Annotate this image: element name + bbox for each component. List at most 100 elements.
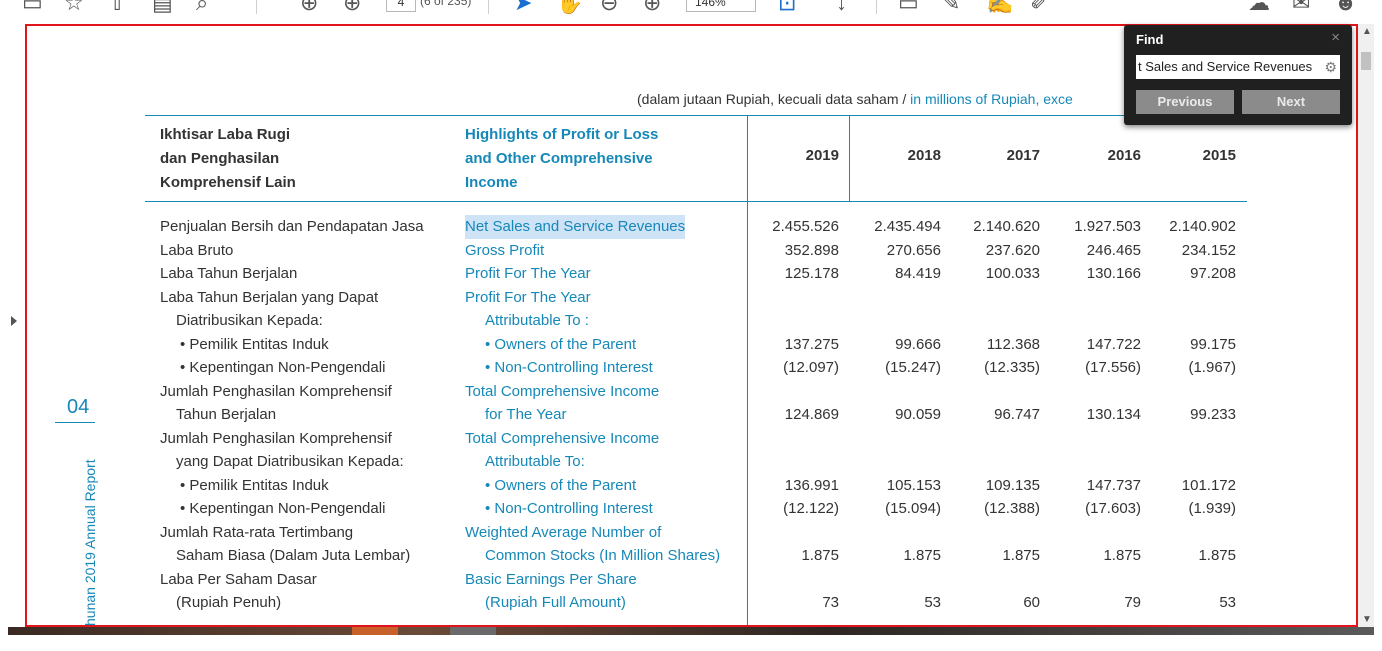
row-value: 84.419: [895, 265, 941, 282]
row-label-id: Penjualan Bersih dan Pendapatan Jasa: [160, 218, 424, 235]
row-label-en: • Non-Controlling Interest: [485, 359, 653, 376]
row-label-en: Total Comprehensive Income: [465, 429, 660, 447]
print-icon[interactable]: ▤: [152, 0, 173, 15]
row-value: 137.275: [784, 335, 839, 353]
header-en-line: Highlights of Profit or Loss: [465, 126, 659, 143]
save-icon[interactable]: ▭: [22, 0, 43, 15]
row-value: 136.991: [784, 476, 839, 494]
row-label-en: Attributable To:: [485, 453, 585, 470]
row-value: (17.556): [1085, 359, 1141, 376]
units-note: (dalam jutaan Rupiah, kecuali data saham…: [637, 91, 1073, 107]
scrollbar-thumb[interactable]: [1361, 52, 1371, 70]
table-row: • Kepentingan Non-Pengendali • Non-Contro…: [27, 497, 1327, 521]
find-next-button[interactable]: Next: [1242, 90, 1340, 114]
table-row: • Kepentingan Non-Pengendali • Non-Contro…: [27, 356, 1327, 380]
search-icon[interactable]: ⌕: [196, 0, 208, 15]
row-label-en: Gross Profit: [465, 241, 545, 259]
row-label-id: yang Dapat Diatribusikan Kepada:: [176, 453, 404, 470]
draw-icon[interactable]: ✐: [1030, 0, 1048, 15]
zoom-in-icon[interactable]: ⊕: [643, 0, 661, 15]
row-value: 270.656: [886, 241, 941, 259]
star-icon[interactable]: ☆: [64, 0, 84, 15]
gear-icon[interactable]: ⚙: [1324, 55, 1337, 79]
row-value: 2.435.494: [874, 218, 941, 235]
table-row: Jumlah Penghasilan Komprehensif Total Com…: [27, 380, 1327, 404]
units-note-en: in millions of Rupiah, exce: [910, 91, 1073, 107]
row-label-id: Tahun Berjalan: [176, 406, 277, 423]
table-row: Laba Tahun Berjalan yang Dapat Profit For…: [27, 286, 1327, 310]
table-top-rule: [145, 115, 1247, 116]
row-label-en: Basic Earnings Per Share: [465, 570, 637, 588]
close-icon[interactable]: ×: [1331, 29, 1340, 46]
row-value: 1.927.503: [1074, 218, 1141, 235]
zoom-select[interactable]: 146%: [686, 0, 756, 12]
left-panel-gutter: [0, 24, 25, 627]
row-value: 125.178: [784, 265, 839, 282]
row-value: 53: [924, 594, 941, 611]
row-label-id: Laba Tahun Berjalan yang Dapat: [160, 288, 379, 306]
row-label-en: • Non-Controlling Interest: [485, 500, 653, 517]
toolbar: ▭ ☆ ⇧ ▤ ⌕ ⊕ ⊕ 4 (6 of 235) ➤ ✋ ⊖ ⊕ 146% …: [0, 0, 1382, 24]
row-value: 79: [1124, 594, 1141, 611]
find-previous-button[interactable]: Previous: [1136, 90, 1234, 114]
vertical-scrollbar[interactable]: ▲ ▼: [1358, 24, 1374, 627]
row-value: (12.097): [783, 359, 839, 376]
row-label-en: for The Year: [485, 406, 567, 423]
row-value: 96.747: [994, 406, 1040, 423]
cloud-icon[interactable]: ☁: [1248, 0, 1270, 15]
row-value: (15.247): [885, 359, 941, 376]
page-up-icon[interactable]: ⊕: [300, 0, 318, 15]
row-label-id: • Kepentingan Non-Pengendali: [180, 359, 386, 376]
comment-icon[interactable]: ▭: [898, 0, 919, 15]
highlight-icon[interactable]: ✎: [942, 0, 960, 15]
table-row: Jumlah Rata-rata Tertimbang Weighted Aver…: [27, 521, 1327, 545]
row-label-en: Profit For The Year: [465, 265, 591, 282]
table-row: (Rupiah Penuh) (Rupiah Full Amount) 73 53 60…: [27, 591, 1327, 615]
row-value: 352.898: [784, 241, 839, 259]
user-add-icon[interactable]: ☻: [1334, 0, 1357, 15]
year-header: 2016: [1107, 147, 1141, 164]
find-input[interactable]: t Sales and Service Revenues ⚙: [1136, 55, 1340, 79]
expand-panel-icon[interactable]: [11, 316, 17, 326]
row-value: (15.094): [885, 500, 941, 517]
sign-icon[interactable]: ✍: [986, 0, 1013, 15]
row-value: 2.455.526: [772, 218, 839, 235]
row-label-id: (Rupiah Penuh): [176, 594, 282, 611]
row-label-en: Weighted Average Number of: [465, 523, 662, 541]
taskbar-app[interactable]: [450, 627, 496, 635]
find-title: Find: [1136, 32, 1164, 47]
page-number-input[interactable]: 4: [386, 0, 416, 12]
scroll-down-icon[interactable]: ▼: [1362, 614, 1372, 625]
fit-page-icon[interactable]: ⊡: [778, 0, 796, 15]
page-down-icon[interactable]: ⊕: [343, 0, 361, 15]
row-value: 124.869: [784, 406, 839, 423]
zoom-out-icon[interactable]: ⊖: [600, 0, 618, 15]
report-side-title: hunan 2019 Annual Report: [82, 459, 98, 626]
header-id: Ikhtisar Laba Rugi dan Penghasilan Kompr…: [160, 123, 296, 195]
row-label-id: Laba Tahun Berjalan: [160, 265, 298, 282]
section-rule: [55, 422, 95, 423]
row-value: 99.666: [895, 335, 941, 353]
row-label-en: Profit For The Year: [465, 288, 591, 306]
taskbar-app[interactable]: [352, 627, 398, 635]
upload-icon[interactable]: ⇧: [108, 0, 126, 15]
header-en: Highlights of Profit or Loss and Other C…: [465, 123, 658, 195]
find-query: t Sales and Service Revenues: [1138, 59, 1313, 74]
toolbar-separator: [876, 0, 877, 14]
row-label-id: Jumlah Rata-rata Tertimbang: [160, 523, 354, 541]
select-arrow-icon[interactable]: ➤: [514, 0, 532, 15]
table-row: yang Dapat Diatribusikan Kepada: Attribut…: [27, 450, 1327, 474]
scroll-up-icon[interactable]: ▲: [1362, 26, 1372, 37]
row-label-id: • Pemilik Entitas Induk: [180, 476, 329, 494]
row-label-id: Laba Bruto: [160, 241, 234, 259]
units-note-id: (dalam jutaan Rupiah, kecuali data saham…: [637, 91, 911, 107]
row-value: 1.875: [903, 547, 941, 564]
hand-icon[interactable]: ✋: [556, 0, 583, 15]
table-row: Tahun Berjalan for The Year 124.869 90.059 9…: [27, 403, 1327, 427]
mail-icon[interactable]: ✉: [1292, 0, 1310, 15]
year-header: 2017: [1006, 147, 1040, 164]
row-value: 105.153: [886, 476, 941, 494]
row-value: 99.233: [1190, 406, 1236, 423]
row-value: 130.166: [1086, 265, 1141, 282]
scroll-icon[interactable]: ↓: [836, 0, 847, 15]
